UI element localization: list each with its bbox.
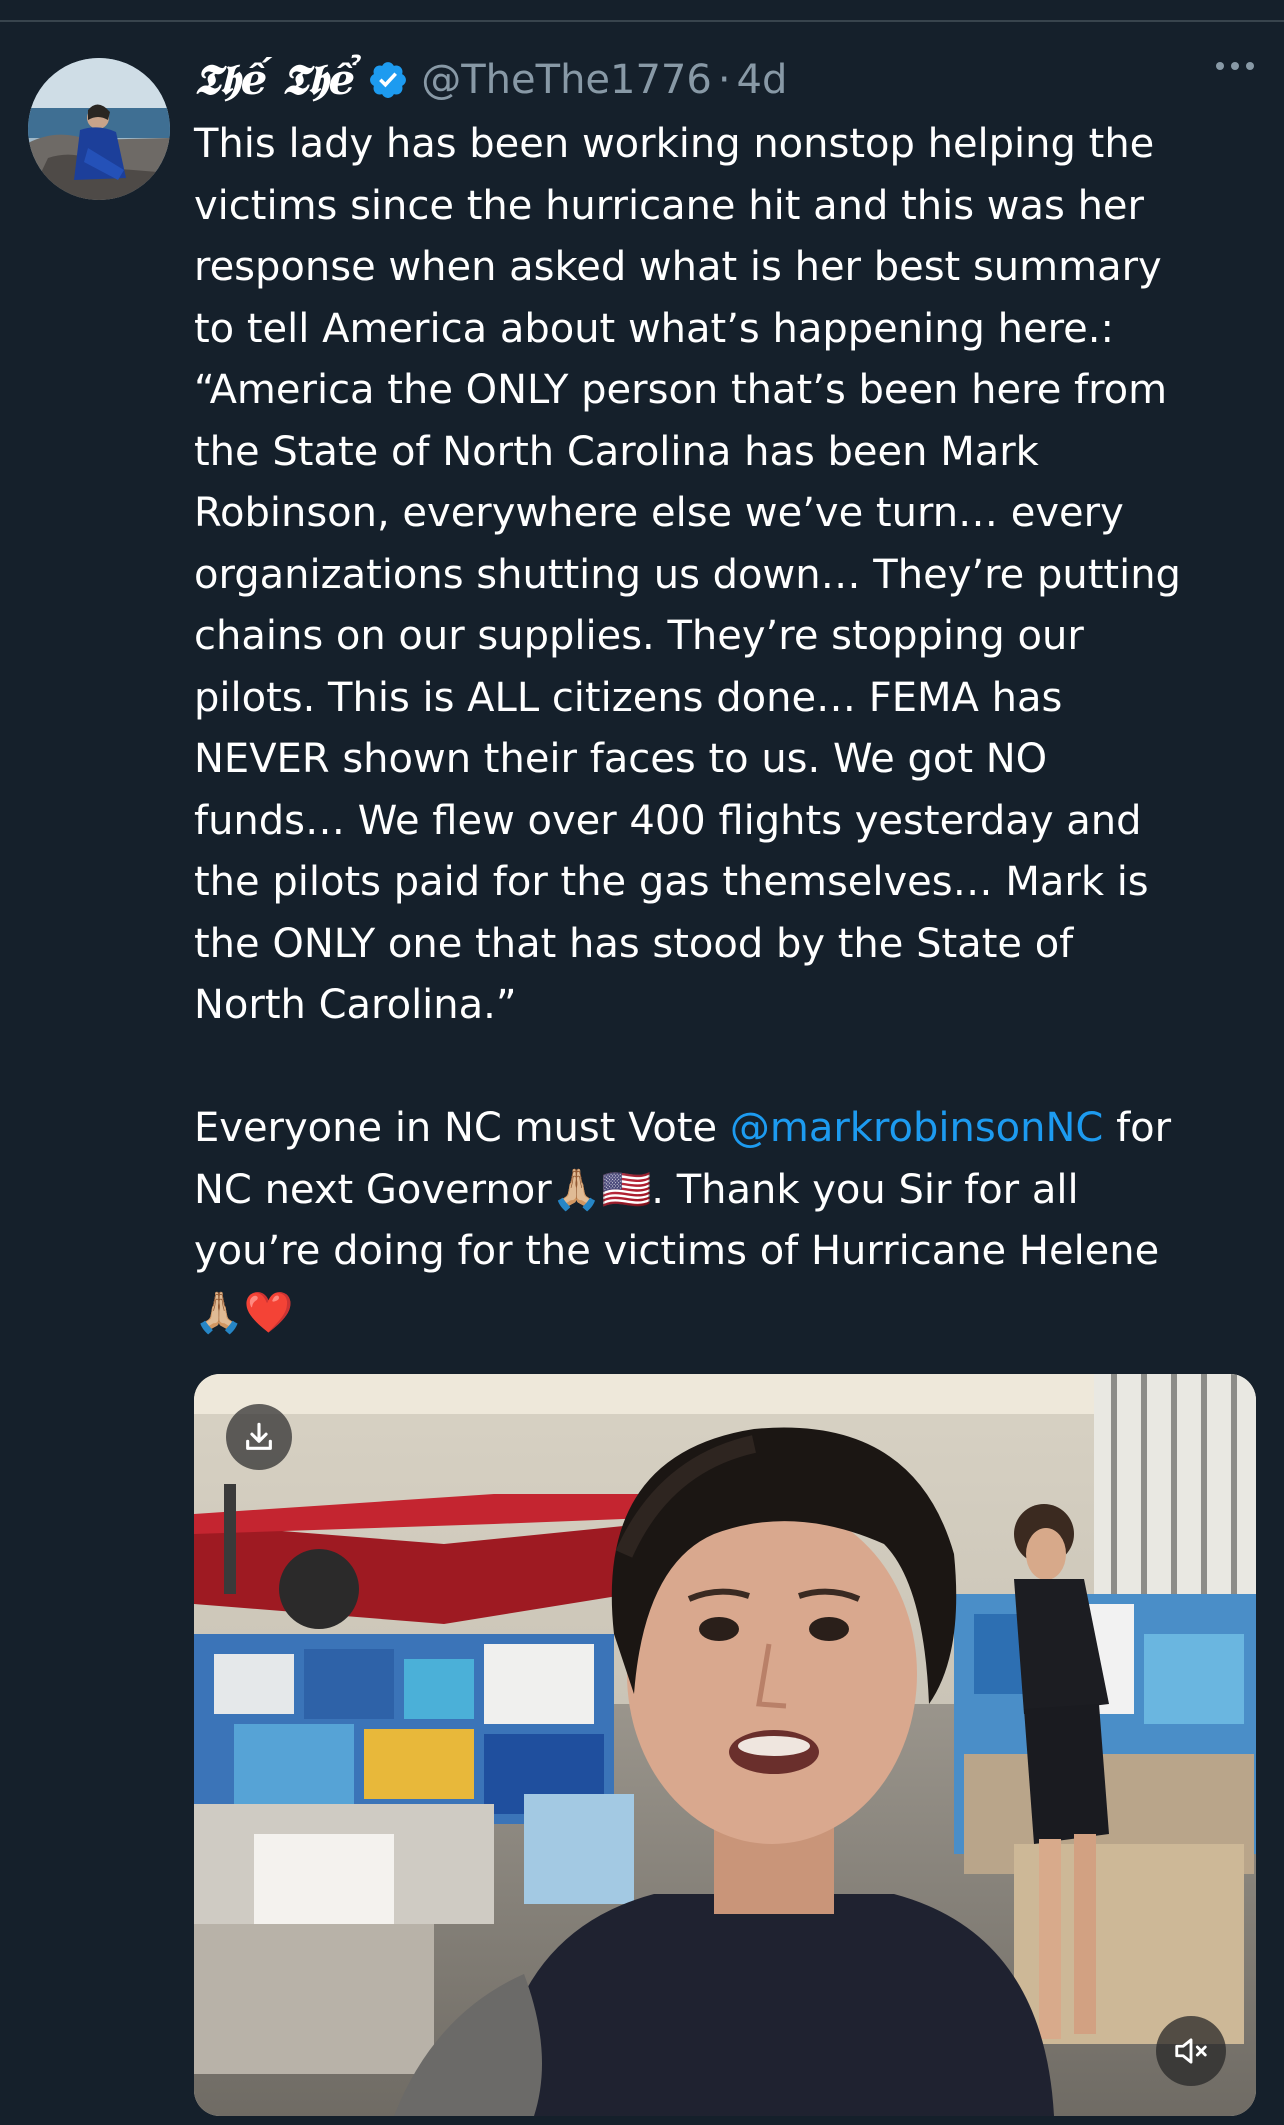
post-text-line: chains on our supplies. They’re stopping… [194, 613, 1084, 659]
post-timestamp[interactable]: 4d [737, 57, 788, 103]
download-icon [246, 1422, 272, 1450]
post-text-line: This lady has been working nonstop helpi… [194, 121, 1155, 167]
post-text-line: “America the ONLY person that’s been her… [194, 367, 1168, 413]
post-text: This lady has been working nonstop helpi… [194, 114, 1274, 1344]
top-divider [0, 20, 1284, 22]
folded-hands-emoji: 🙏🏼 [551, 1166, 602, 1213]
video-frame [194, 1374, 1256, 2116]
avatar-image [28, 58, 170, 200]
folded-hands-emoji: 🙏🏼 [194, 1289, 244, 1336]
us-flag-emoji: 🇺🇸 [601, 1166, 652, 1213]
post-text-line: the State of North Carolina has been Mar… [194, 428, 1039, 475]
video-player[interactable] [194, 1374, 1256, 2116]
post-text-line: response when asked what is her best sum… [194, 244, 1162, 290]
verified-badge-icon [370, 62, 407, 98]
more-options-icon[interactable] [1216, 62, 1254, 70]
author-handle[interactable]: @TheThe1776 [421, 57, 712, 103]
text-segment: NC next Governor [194, 1166, 552, 1213]
post-text-line: 🙏🏼❤️ [194, 1283, 1274, 1345]
post-text-line: pilots. This is ALL citizens done… FEMA … [194, 674, 1063, 721]
post-text-line: funds… We flew over 400 flights yesterda… [194, 797, 1142, 844]
red-heart-emoji: ❤️ [243, 1289, 294, 1336]
speaker-muted-icon [1175, 2038, 1207, 2064]
post-text-line: the ONLY one that has stood by the State… [194, 920, 1074, 967]
mute-toggle-button[interactable] [1156, 2016, 1226, 2086]
post-header: 𝕿𝖍ế 𝕿𝖍ể @TheThe1776 · 4d [194, 50, 787, 110]
text-segment: . Thank you Sir for all [651, 1166, 1079, 1213]
post-text-line: NC next Governor🙏🏼🇺🇸. Thank you Sir for … [194, 1160, 1274, 1222]
separator-dot: · [717, 57, 731, 103]
post-text-line: North Carolina.” [194, 982, 517, 1028]
post-text-line: organizations shutting us down… They’re … [194, 551, 1181, 598]
post-text-line: Everyone in NC must Vote @markrobinsonNC… [194, 1098, 1274, 1160]
download-button[interactable] [226, 1404, 292, 1470]
post-text-line: NEVER shown their faces to us. We got NO [194, 736, 1048, 782]
post-text-line: Robinson, everywhere else we’ve turn… ev… [194, 490, 1124, 536]
mention-link[interactable]: @markrobinsonNC [730, 1105, 1104, 1151]
post-text-line: to tell America about what’s happening h… [194, 305, 1114, 352]
text-segment: Everyone in NC must Vote [194, 1105, 730, 1151]
post-text-line: you’re doing for the victims of Hurrican… [194, 1228, 1160, 1274]
post-text-line: the pilots paid for the gas themselves… … [194, 859, 1149, 905]
author-display-name[interactable]: 𝕿𝖍ế 𝕿𝖍ể [194, 55, 355, 105]
avatar[interactable] [28, 58, 170, 200]
paragraph-break [194, 1037, 1274, 1099]
text-segment: for [1103, 1105, 1172, 1151]
post-text-line: victims since the hurricane hit and this… [194, 182, 1144, 229]
